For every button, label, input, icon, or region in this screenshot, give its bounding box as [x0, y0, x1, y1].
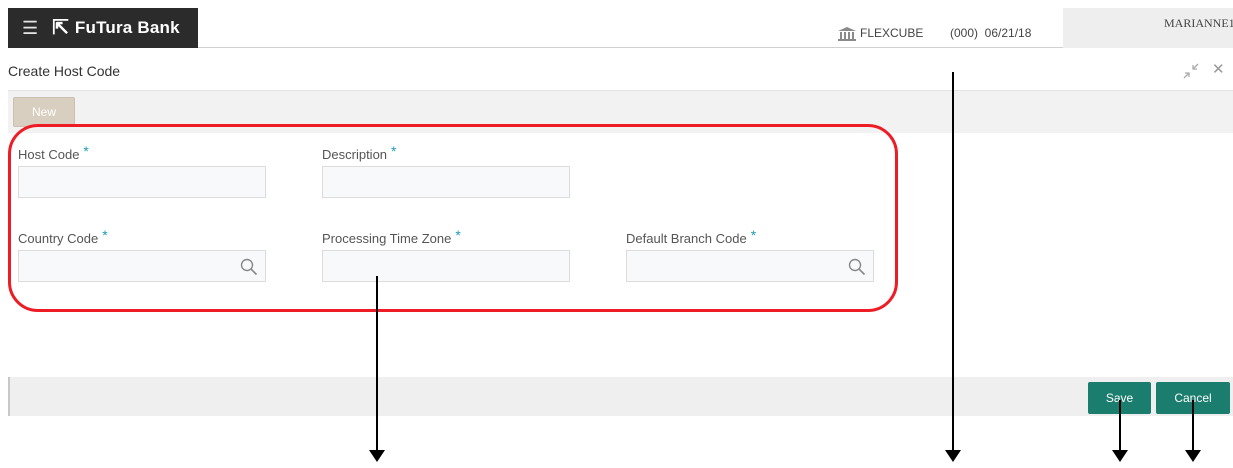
required-marker: * — [102, 227, 108, 243]
minimize-arrows-icon[interactable] — [1183, 63, 1199, 79]
callout-arrow — [369, 276, 385, 462]
country-code-input[interactable] — [18, 250, 266, 282]
default-branch-code-label: Default Branch Code * — [626, 227, 757, 246]
system-label: FLEXCUBE — [860, 26, 924, 40]
hamburger-icon[interactable]: ☰ — [22, 19, 38, 37]
branch-date: (000) 06/21/18 — [950, 26, 1032, 40]
processing-time-zone-label: Processing Time Zone * — [322, 227, 461, 246]
callout-arrow — [1112, 400, 1128, 462]
brand-bar: ☰ ⇱ FuTura Bank — [8, 8, 198, 48]
description-input[interactable] — [322, 166, 570, 198]
processing-time-zone-input[interactable] — [322, 250, 570, 282]
host-code-input[interactable] — [18, 166, 266, 198]
close-icon[interactable]: ✕ — [1212, 62, 1225, 78]
highlight-outline — [8, 124, 898, 312]
search-icon[interactable] — [848, 258, 866, 276]
search-icon[interactable] — [240, 258, 258, 276]
building-columns-icon — [838, 27, 856, 41]
country-code-label: Country Code * — [18, 227, 108, 246]
required-marker: * — [83, 143, 89, 159]
callout-arrow — [1185, 400, 1201, 462]
callout-arrow — [945, 72, 961, 462]
bank-logo: ⇱ — [52, 17, 69, 39]
default-branch-code-input[interactable] — [626, 250, 874, 282]
new-button[interactable]: New — [13, 97, 75, 127]
required-marker: * — [455, 227, 461, 243]
user-name[interactable]: MARIANNE1 — [1164, 16, 1233, 31]
required-marker: * — [391, 143, 397, 159]
footer-bar — [8, 377, 1233, 416]
required-marker: * — [750, 227, 757, 243]
footer-edge — [8, 377, 10, 416]
host-code-label: Host Code * — [18, 143, 89, 162]
window-title: Create Host Code — [8, 63, 121, 79]
description-label: Description * — [322, 143, 397, 162]
brand-name: FuTura Bank — [74, 18, 180, 37]
